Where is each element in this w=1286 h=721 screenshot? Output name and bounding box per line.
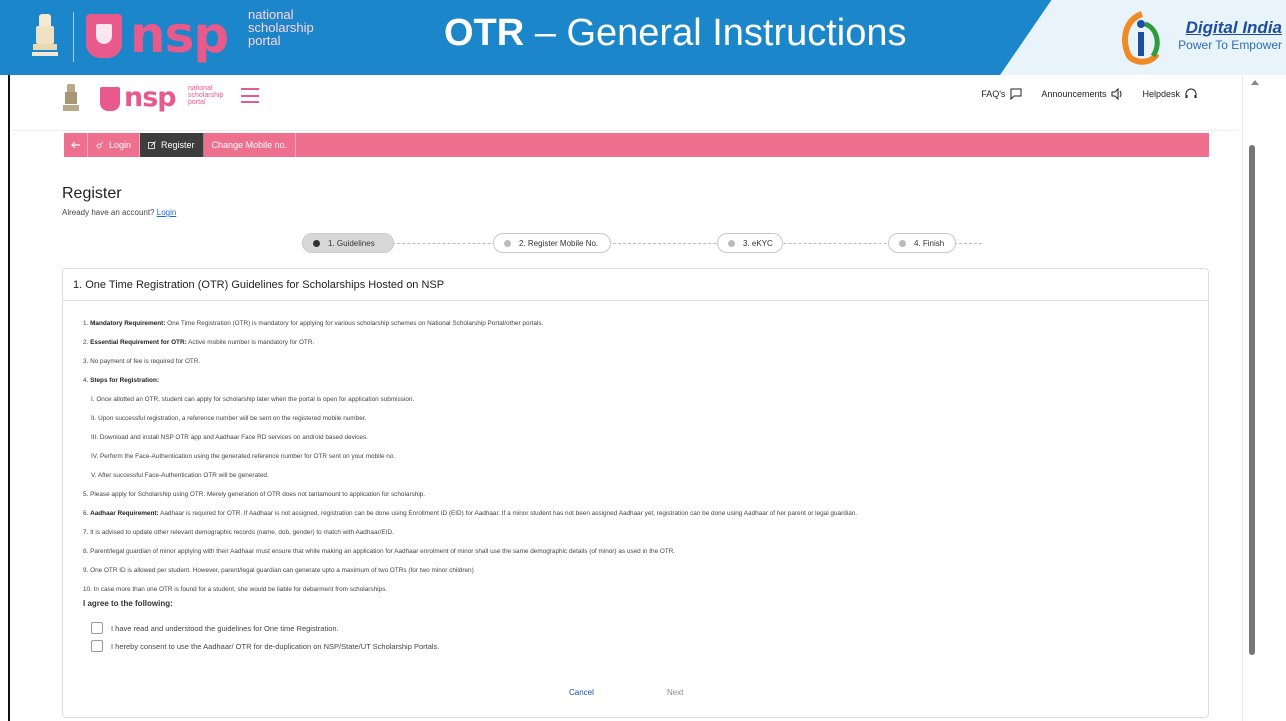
scroll-up-arrow-icon[interactable] — [1251, 80, 1259, 85]
scrollbar-thumb[interactable] — [1249, 145, 1255, 655]
guideline-item: 10. In case more than one OTR is found f… — [83, 586, 388, 593]
slide-title: OTR – General Instructions — [444, 12, 907, 54]
step-dot — [313, 239, 320, 247]
guideline-substep: I. Once allotted an OTR, student can app… — [91, 396, 415, 403]
back-arrow-icon[interactable] — [64, 133, 88, 157]
already-have-account: Already have an account? Login — [62, 208, 177, 217]
next-button[interactable]: Next — [667, 688, 683, 697]
headset-icon — [1185, 88, 1197, 98]
nsp-small-shield-icon — [100, 87, 120, 111]
login-link[interactable]: Login — [157, 208, 177, 217]
guideline-substep: V. After successful Face-Authentication … — [91, 472, 269, 479]
banner-separator — [73, 12, 74, 62]
nsp-logo-subtitle: national scholarship portal — [248, 7, 314, 48]
browser-window: nsp national scholarship portal FAQ's An… — [12, 75, 1270, 721]
nav-helpdesk[interactable]: Helpdesk — [1142, 87, 1198, 101]
checkbox-guidelines[interactable] — [91, 622, 103, 634]
step-guidelines: 1. Guidelines — [302, 233, 394, 253]
slide-banner: nsp national scholarship portal OTR – Ge… — [0, 0, 1286, 75]
guidelines-card: 1. One Time Registration (OTR) Guideline… — [62, 268, 1209, 718]
frame-left-border — [0, 75, 10, 721]
nsp-small-subtitle: national scholarship portal — [188, 85, 224, 106]
top-nav: FAQ's Announcements Helpdesk — [981, 87, 1198, 101]
guideline-item: 3. No payment of fee is required for OTR… — [83, 358, 201, 365]
nsp-small-logo[interactable]: nsp — [124, 82, 177, 113]
guideline-item: 4. Steps for Registration: — [83, 377, 159, 384]
guideline-item: 7. It is advised to update other relevan… — [83, 529, 394, 536]
stepper-line — [302, 243, 982, 244]
digital-india-title: Digital India — [1185, 18, 1282, 37]
guideline-substep: IV. Perform the Face-Authentication usin… — [91, 453, 396, 460]
step-dot — [728, 239, 735, 247]
digital-india-text: Digital India Power To Empower — [1170, 18, 1282, 52]
hamburger-menu-icon[interactable] — [241, 88, 259, 103]
nsp-logo-text: nsp — [130, 6, 229, 64]
step-register-mobile: 2. Register Mobile No. — [493, 233, 611, 253]
nsp-shield-icon — [86, 14, 122, 58]
step-finish: 4. Finish — [888, 233, 956, 253]
login-icon — [96, 141, 104, 149]
guideline-substep: II. Upon successful registration, a refe… — [91, 415, 367, 422]
guideline-item: 5. Please apply for Scholarship using OT… — [83, 491, 426, 498]
consent-deduplication: I hereby consent to use the Aadhaar/ OTR… — [91, 640, 439, 652]
page-title: Register — [62, 185, 122, 202]
guideline-item: 8. Parent/legal guardian of minor applyi… — [83, 548, 676, 555]
emblem-icon — [32, 14, 58, 56]
step-ekyc: 3. eKYC — [717, 233, 783, 253]
guideline-item: 9. One OTR ID is allowed per student. Ho… — [83, 567, 474, 574]
digital-india-logo-icon — [1122, 11, 1160, 65]
tab-register[interactable]: Register — [140, 133, 204, 157]
guideline-item: 2. Essential Requirement for OTR: Active… — [83, 339, 315, 346]
tab-change-mobile[interactable]: Change Mobile no. — [204, 133, 297, 157]
speaker-icon — [1111, 87, 1122, 101]
card-heading: 1. One Time Registration (OTR) Guideline… — [63, 269, 1208, 301]
consent-guidelines: I have read and understood the guideline… — [91, 622, 339, 634]
chat-icon — [1010, 88, 1022, 101]
nav-faqs[interactable]: FAQ's — [981, 87, 1023, 101]
step-dot — [504, 239, 511, 247]
tab-login[interactable]: Login — [88, 133, 141, 157]
scrollbar[interactable] — [1242, 75, 1270, 721]
nav-announcements[interactable]: Announcements — [1041, 87, 1124, 101]
step-dot — [899, 239, 906, 247]
breadcrumb-bar: Login Register Change Mobile no. — [64, 133, 1209, 157]
guideline-substep: III. Download and install NSP OTR app an… — [91, 434, 368, 441]
guideline-item: 6. Aadhaar Requirement: Aadhaar is requi… — [83, 510, 858, 517]
digital-india-tagline: Power To Empower — [1178, 38, 1282, 52]
cancel-button[interactable]: Cancel — [569, 688, 594, 697]
checkbox-deduplication[interactable] — [91, 640, 103, 652]
emblem-small-icon — [63, 84, 79, 111]
site-header: nsp national scholarship portal FAQ's An… — [12, 75, 1238, 127]
edit-icon — [148, 141, 156, 149]
guidelines-list: 1. Mandatory Requirement: One Time Regis… — [83, 314, 1193, 599]
agree-heading: I agree to the following: — [83, 599, 173, 608]
guideline-item: 1. Mandatory Requirement: One Time Regis… — [83, 320, 544, 327]
